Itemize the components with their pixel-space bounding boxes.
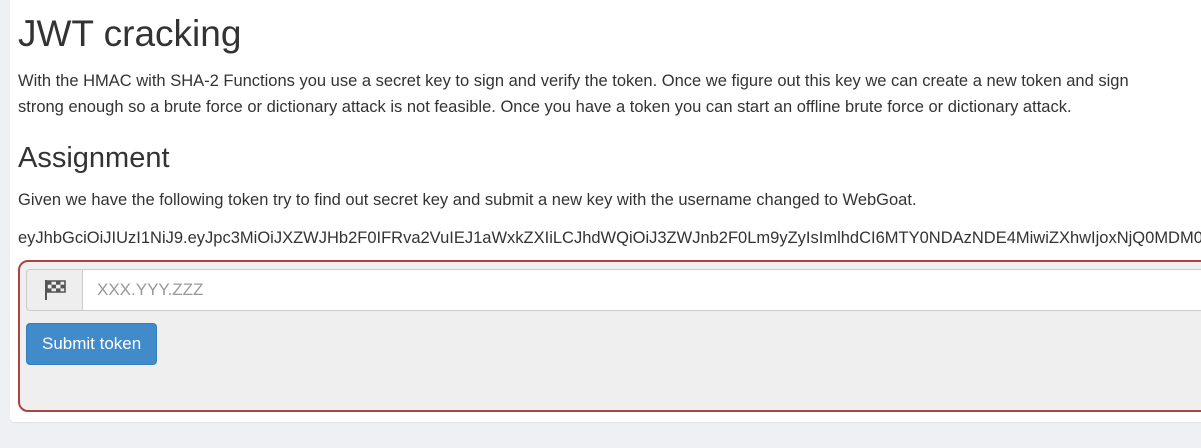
token-input-group — [26, 269, 1201, 311]
intro-line-2: strong enough so a brute force or dictio… — [18, 98, 1072, 116]
lesson-panel: JWT cracking With the HMAC with SHA-2 Fu… — [10, 0, 1201, 422]
flag-checkered-icon — [26, 269, 82, 311]
submit-token-button[interactable]: Submit token — [26, 323, 158, 365]
lesson-intro: With the HMAC with SHA-2 Functions you u… — [18, 68, 1201, 120]
token-input[interactable] — [82, 269, 1201, 311]
page-title: JWT cracking — [18, 13, 242, 54]
attack-form: Submit token — [18, 260, 1201, 412]
jwt-token-text: eyJhbGciOiJIUzI1NiJ9.eyJpc3MiOiJXZWJHb2F… — [18, 229, 1201, 247]
assignment-instructions: Given we have the following token try to… — [18, 191, 917, 209]
assignment-heading: Assignment — [18, 142, 170, 174]
intro-line-1: With the HMAC with SHA-2 Functions you u… — [18, 72, 1129, 90]
